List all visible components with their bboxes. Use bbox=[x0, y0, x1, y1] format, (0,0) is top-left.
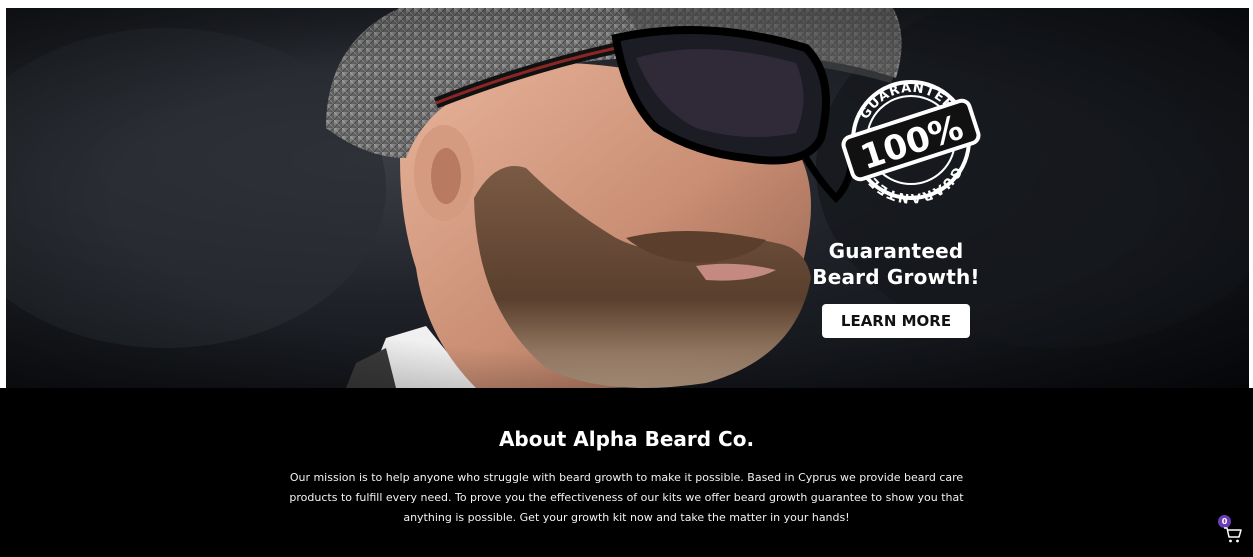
about-text-line1: Our mission is to help anyone who strugg… bbox=[289, 471, 964, 484]
hero-title-line2: Beard Growth! bbox=[812, 265, 980, 289]
about-title: About Alpha Beard Co. bbox=[498, 427, 755, 451]
about-text-line2: products to fulfill every need. To prove… bbox=[289, 491, 964, 504]
cart-button[interactable]: 0 bbox=[1214, 513, 1248, 547]
cart-icon bbox=[1224, 527, 1242, 543]
about-text: Our mission is to help anyone who strugg… bbox=[267, 468, 987, 528]
about-section: About Alpha Beard Co. Our mission is to … bbox=[0, 388, 1253, 557]
hero-title-line1: Guaranteed bbox=[828, 239, 964, 263]
hero-image bbox=[6, 8, 1249, 388]
page: GUARANTEED GUARANTEED 100% Guaranteed Be… bbox=[0, 0, 1253, 557]
hero-banner: GUARANTEED GUARANTEED 100% Guaranteed Be… bbox=[6, 8, 1249, 388]
learn-more-button[interactable]: LEARN MORE bbox=[822, 304, 970, 338]
hero-title: Guaranteed Beard Growth! bbox=[806, 238, 986, 290]
hero-copy: Guaranteed Beard Growth! LEARN MORE bbox=[806, 238, 986, 338]
about-text-line3: anything is possible. Get your growth ki… bbox=[403, 511, 850, 524]
guarantee-stamp-icon: GUARANTEED GUARANTEED 100% bbox=[841, 80, 981, 204]
